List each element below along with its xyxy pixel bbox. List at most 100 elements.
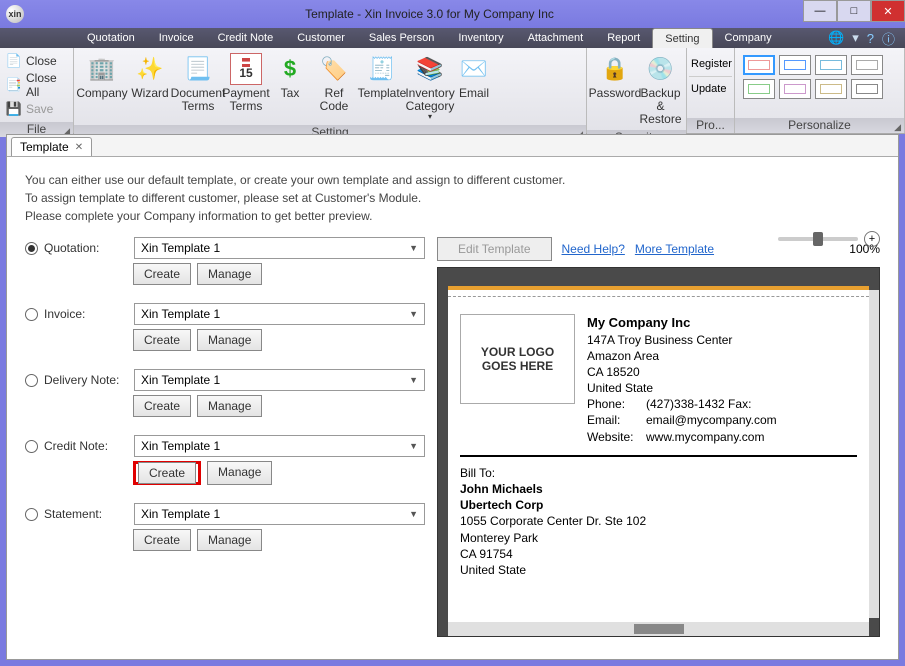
tax-icon: $ [274,53,306,85]
globe-icon[interactable]: 🌐 [828,30,844,46]
menu-customer[interactable]: Customer [285,28,357,48]
close-all-icon: 📑 [6,77,22,93]
manage-credit-button[interactable]: Manage [207,461,272,485]
preview-scrollbar-h[interactable] [448,622,869,636]
ribbon-update[interactable]: Update [689,77,728,101]
ribbon-backup-restore[interactable]: 💿Backup & Restore [639,51,682,127]
close-button[interactable]: ✕ [871,0,905,22]
manage-invoice-button[interactable]: Manage [197,329,262,351]
intro-line-1: You can either use our default template,… [25,171,880,189]
wizard-icon: ✨ [134,53,166,85]
manage-statement-button[interactable]: Manage [197,529,262,551]
menu-setting[interactable]: Setting [652,28,712,48]
menu-attachment[interactable]: Attachment [516,28,596,48]
need-help-link[interactable]: Need Help? [562,242,625,256]
logo-placeholder: YOUR LOGO GOES HERE [460,314,575,404]
radio-statement[interactable] [25,508,38,521]
ribbon-tax[interactable]: $Tax [270,51,310,100]
ribbon-inventory-category[interactable]: 📚Inventory Category▾ [406,51,454,122]
menu-quotation[interactable]: Quotation [75,28,147,48]
document-icon: 📃 [182,53,214,85]
theme-swatch-4[interactable] [851,55,883,75]
ribbon-email[interactable]: ✉️Email [454,51,494,100]
theme-swatch-5[interactable] [743,79,775,99]
ribbon-password[interactable]: 🔒Password [591,51,639,100]
theme-swatch-2[interactable] [779,55,811,75]
ribbon-template[interactable]: 🧾Template [358,51,406,100]
theme-swatch-3[interactable] [815,55,847,75]
window-title: Template - Xin Invoice 3.0 for My Compan… [34,7,825,21]
file-close-label: Close [26,54,57,68]
create-statement-button[interactable]: Create [133,529,191,551]
menu-report[interactable]: Report [595,28,652,48]
create-delivery-button[interactable]: Create [133,395,191,417]
ribbon-ref-code[interactable]: 🏷️Ref Code [310,51,358,113]
radio-invoice[interactable] [25,308,38,321]
maximize-button[interactable]: □ [837,0,871,22]
ribbon-payment-terms[interactable]: ▬15Payment Terms [222,51,270,113]
group-product-label: Pro... [687,118,734,133]
theme-swatch-6[interactable] [779,79,811,99]
disc-icon: 💿 [645,53,677,85]
radio-quotation[interactable] [25,242,38,255]
dropdown-invoice[interactable]: Xin Template 1▼ [134,303,425,325]
dropdown-delivery[interactable]: Xin Template 1▼ [134,369,425,391]
help-icon[interactable]: ? [867,31,874,46]
ribbon-wizard[interactable]: ✨Wizard [126,51,174,100]
calendar-icon: ▬15 [230,53,262,85]
chevron-down-icon: ▼ [409,509,418,519]
email-icon: ✉️ [458,53,490,85]
close-file-icon: 📄 [6,53,22,69]
chevron-down-icon: ▼ [409,375,418,385]
info-icon[interactable]: ⓘ [882,29,895,48]
label-delivery: Delivery Note: [44,373,134,387]
manage-quotation-button[interactable]: Manage [197,263,262,285]
create-invoice-button[interactable]: Create [133,329,191,351]
highlight-create-credit: Create [133,461,201,485]
theme-swatch-7[interactable] [815,79,847,99]
ribbon-register[interactable]: Register [689,52,734,76]
menu-company[interactable]: Company [713,28,784,48]
chevron-down-icon: ▼ [409,309,418,319]
company-icon: 🏢 [86,53,118,85]
file-close-all[interactable]: 📑Close All [6,71,67,99]
file-close-all-label: Close All [26,71,67,99]
dropdown-credit[interactable]: Xin Template 1▼ [134,435,425,457]
dropdown-statement[interactable]: Xin Template 1▼ [134,503,425,525]
file-close[interactable]: 📄 Close [6,53,67,69]
radio-credit[interactable] [25,440,38,453]
group-personalize-label: Personalize◢ [735,118,904,133]
menu-invoice[interactable]: Invoice [147,28,206,48]
company-info: My Company Inc 147A Troy Business Center… [587,314,857,445]
file-save-label: Save [26,102,53,116]
theme-swatch-1[interactable] [743,55,775,75]
menu-credit-note[interactable]: Credit Note [206,28,286,48]
intro-line-3: Please complete your Company information… [25,207,880,225]
ribbon-document-terms[interactable]: 📃Document Terms [174,51,222,113]
radio-delivery[interactable] [25,374,38,387]
chevron-down-icon: ▼ [409,243,418,253]
create-credit-button[interactable]: Create [138,462,196,484]
ribbon-company[interactable]: 🏢Company [78,51,126,100]
theme-swatch-8[interactable] [851,79,883,99]
dropdown-icon[interactable]: ▾ [852,30,859,46]
zoom-slider[interactable] [778,237,858,241]
tab-close-icon[interactable]: ✕ [75,142,83,153]
more-template-link[interactable]: More Template [635,242,714,256]
create-quotation-button[interactable]: Create [133,263,191,285]
menu-inventory[interactable]: Inventory [446,28,515,48]
chevron-down-icon: ▼ [409,441,418,451]
tab-template-label: Template [20,140,69,154]
label-invoice: Invoice: [44,307,134,321]
tab-template[interactable]: Template ✕ [11,137,92,156]
save-icon: 💾 [6,101,22,117]
label-statement: Statement: [44,507,134,521]
app-icon: xin [6,5,24,23]
label-credit: Credit Note: [44,439,134,453]
menu-sales-person[interactable]: Sales Person [357,28,446,48]
minimize-button[interactable]: — [803,0,837,22]
intro-line-2: To assign template to different customer… [25,189,880,207]
dropdown-quotation[interactable]: Xin Template 1▼ [134,237,425,259]
zoom-in-button[interactable]: + [864,231,880,247]
manage-delivery-button[interactable]: Manage [197,395,262,417]
